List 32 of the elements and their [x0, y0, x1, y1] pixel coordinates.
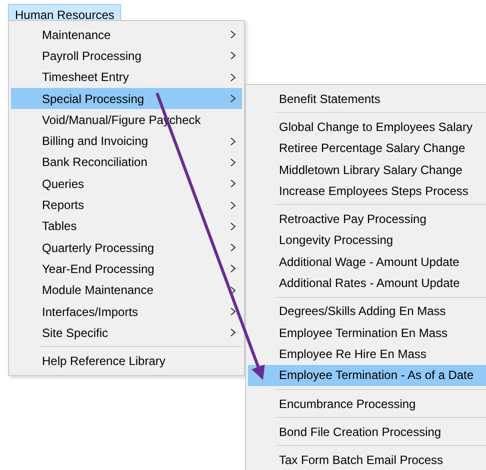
menu-item[interactable]: Additional Wage - Amount Update: [248, 251, 486, 272]
menu-item[interactable]: Employee Termination En Mass: [248, 322, 486, 344]
menu-item[interactable]: Help Reference Library: [11, 350, 242, 372]
menu-item[interactable]: Employee Re Hire En Mass: [248, 343, 486, 365]
menu-item[interactable]: Billing and Invoicing: [11, 130, 242, 152]
menu-item[interactable]: Retroactive Pay Processing: [248, 208, 486, 230]
menu-item[interactable]: Interfaces/Imports: [11, 300, 242, 322]
menu-item[interactable]: Retiree Percentage Salary Change: [248, 138, 486, 159]
menu-item[interactable]: Timesheet Entry: [11, 66, 242, 88]
menu-item[interactable]: Degrees/Skills Adding En Mass: [248, 300, 486, 322]
menu-item[interactable]: Additional Rates - Amount Update: [248, 272, 486, 294]
menu-item[interactable]: Maintenance: [11, 24, 242, 46]
menu-item[interactable]: Year-End Processing: [11, 258, 242, 280]
menu-item[interactable]: Global Change to Employees Salary: [248, 116, 486, 138]
menu-item[interactable]: Middletown Library Salary Change: [248, 158, 486, 180]
menu-item[interactable]: Quarterly Processing: [11, 236, 242, 258]
menu-item[interactable]: Longevity Processing: [248, 230, 486, 252]
menu-item[interactable]: Payroll Processing: [11, 45, 242, 67]
menu-title[interactable]: Human Resources: [8, 4, 122, 21]
menu-item[interactable]: Tax Form Batch Email Process: [248, 449, 486, 470]
menu-item[interactable]: Queries: [11, 173, 242, 194]
menu-item[interactable]: Bank Reconciliation: [11, 152, 242, 174]
menu-item[interactable]: Employee Termination - As of a Date: [248, 364, 486, 386]
menu-item[interactable]: Reports: [11, 194, 242, 216]
menu-item[interactable]: Bond File Creation Processing: [248, 421, 486, 442]
menu-item[interactable]: Increase Employees Steps Process: [248, 180, 486, 202]
menu-item[interactable]: Encumbrance Processing: [248, 392, 486, 414]
menu-item[interactable]: Special Processing: [11, 88, 242, 110]
menu-item[interactable]: Module Maintenance: [11, 280, 242, 301]
menu-item[interactable]: Site Specific: [11, 322, 242, 344]
menu-item[interactable]: Benefit Statements: [248, 88, 486, 110]
menu-item[interactable]: Tables: [11, 216, 242, 237]
